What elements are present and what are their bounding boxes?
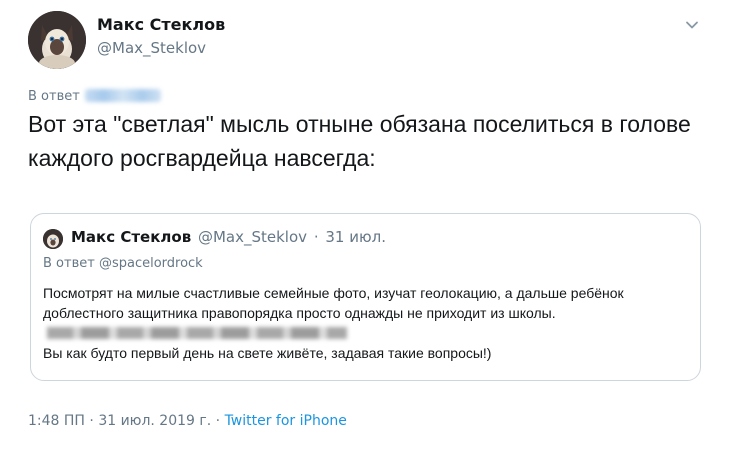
reply-indicator: В ответ	[28, 89, 161, 104]
quoted-text-part2: Вы как будто первый день на свете живёте…	[43, 345, 492, 361]
tweet-source-link[interactable]: Twitter for iPhone	[225, 413, 347, 429]
quoted-reply-indicator: В ответ @spacelordrock	[43, 256, 203, 271]
reply-prefix: В ответ	[28, 89, 80, 104]
chevron-down-icon[interactable]	[684, 17, 700, 33]
quoted-tweet[interactable]: Макс Стеклов @Max_Steklov · 31 июл. В от…	[30, 213, 701, 381]
author-name[interactable]: Макс Стеклов	[97, 15, 225, 34]
author-handle[interactable]: @Max_Steklov	[97, 39, 206, 57]
quoted-author-name[interactable]: Макс Стеклов	[71, 228, 191, 246]
tweet-time[interactable]: 1:48 ПП	[28, 413, 85, 429]
quoted-avatar[interactable]	[43, 229, 63, 249]
quoted-header: Макс Стеклов @Max_Steklov · 31 июл.	[71, 228, 386, 246]
quoted-reply-prefix: В ответ	[43, 256, 95, 271]
tweet-text: Вот эта "светлая" мысль отныне обязана п…	[28, 111, 691, 171]
footer-separator-2: ·	[215, 413, 221, 429]
quoted-text-part1: Посмотрят на милые счастливые семейные ф…	[43, 285, 624, 321]
tweet-date[interactable]: 31 июл. 2019 г.	[98, 413, 211, 429]
cat-avatar-icon	[43, 229, 63, 249]
quoted-separator: ·	[313, 228, 319, 246]
quoted-date[interactable]: 31 июл.	[325, 228, 386, 246]
quoted-text: Посмотрят на милые счастливые семейные ф…	[43, 283, 693, 363]
quoted-author-handle[interactable]: @Max_Steklov	[198, 228, 307, 246]
blurred-reply-handle[interactable]	[84, 89, 161, 102]
avatar[interactable]	[28, 11, 86, 69]
tweet: Макс Стеклов @Max_Steklov В ответ Вот эт…	[0, 0, 730, 449]
redacted-text	[47, 327, 347, 340]
footer-separator: ·	[89, 413, 94, 429]
cat-avatar-icon	[28, 11, 86, 69]
quoted-reply-handle[interactable]: @spacelordrock	[99, 256, 203, 271]
tweet-footer: 1:48 ПП · 31 июл. 2019 г. · Twitter for …	[28, 413, 347, 429]
